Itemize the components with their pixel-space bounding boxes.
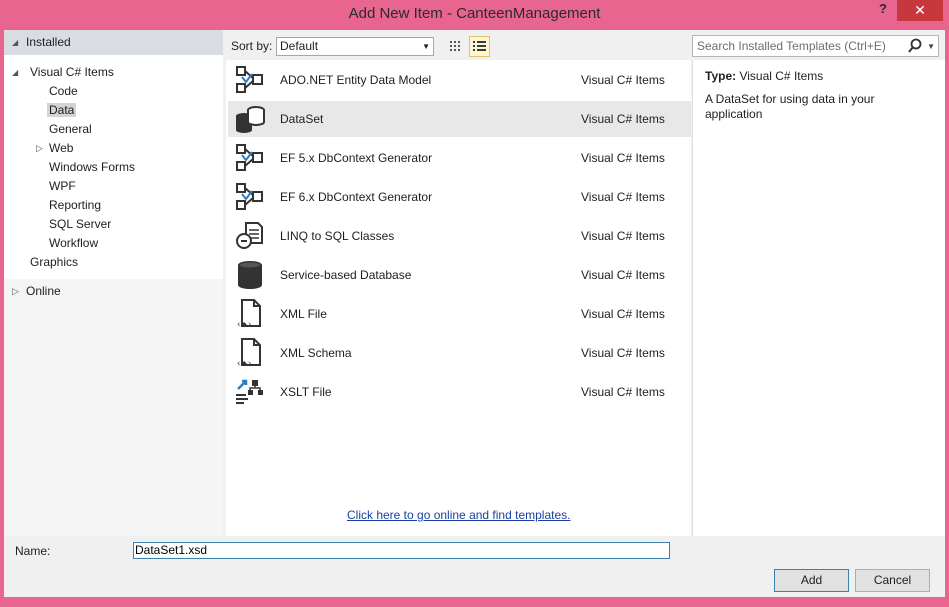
entity-model-icon: [236, 183, 263, 210]
type-label: Type:: [705, 69, 737, 83]
template-category: Visual C# Items: [581, 385, 665, 399]
svg-text:‹◆›: ‹◆›: [236, 320, 252, 329]
template-name: XML File: [280, 307, 327, 321]
svg-text:‹◆›: ‹◆›: [236, 359, 252, 368]
details-panel: Type: Visual C# Items A DataSet for usin…: [692, 60, 945, 536]
expand-right-icon[interactable]: ▷: [36, 139, 43, 158]
template-name: DataSet: [280, 112, 324, 126]
template-category: Visual C# Items: [581, 151, 665, 165]
cancel-button[interactable]: Cancel: [855, 569, 930, 592]
tree-node-label: Visual C# Items: [30, 65, 114, 79]
tree-node-label: Online: [26, 284, 61, 298]
tree-node-label: Reporting: [49, 198, 102, 212]
template-name: EF 6.x DbContext Generator: [280, 190, 433, 204]
type-value: Visual C# Items: [739, 69, 824, 83]
search-templates-input[interactable]: Search Installed Templates (Ctrl+E) ▼: [692, 35, 939, 57]
search-icon[interactable]: [908, 38, 922, 54]
template-item-linq[interactable]: LINQ to SQL Classes Visual C# Items: [228, 218, 691, 254]
list-view-icon: [473, 41, 486, 51]
tree-node-data[interactable]: Data: [47, 101, 77, 120]
window-title: Add New Item - CanteenManagement: [348, 5, 601, 22]
template-name: Service-based Database: [280, 268, 412, 282]
tree-installed-header[interactable]: ◢ Installed: [4, 30, 223, 55]
tree-node-general[interactable]: General: [49, 120, 92, 139]
tree-node-label: Graphics: [30, 255, 79, 269]
medium-icons-view-icon: [450, 41, 460, 51]
help-button[interactable]: ?: [872, 1, 894, 21]
dialog-body: ◢ Installed ◢ Visual C# Items Code Data …: [4, 30, 945, 597]
dataset-icon: [236, 106, 265, 133]
entity-model-icon: [236, 66, 263, 93]
close-button[interactable]: ✕: [897, 0, 943, 21]
tree-installed-label: Installed: [26, 35, 71, 49]
tree-node-windows-forms[interactable]: Windows Forms: [49, 158, 135, 177]
xml-file-icon: ‹◆›: [236, 338, 261, 368]
template-category: Visual C# Items: [581, 73, 665, 87]
template-item-ado-net[interactable]: ADO.NET Entity Data Model Visual C# Item…: [228, 62, 691, 98]
tree-node-graphics[interactable]: Graphics: [30, 253, 78, 272]
tree-node-wpf[interactable]: WPF: [49, 177, 76, 196]
name-label: Name:: [15, 544, 51, 558]
template-name: XSLT File: [280, 385, 332, 399]
tree-node-label: General: [49, 122, 92, 136]
template-name: EF 5.x DbContext Generator: [280, 151, 433, 165]
type-row: Type: Visual C# Items: [705, 69, 823, 83]
template-item-ef6[interactable]: EF 6.x DbContext Generator Visual C# Ite…: [228, 179, 691, 215]
template-category: Visual C# Items: [581, 346, 665, 360]
chevron-down-icon[interactable]: ▼: [927, 37, 935, 57]
template-category: Visual C# Items: [581, 307, 665, 321]
sort-value: Default: [280, 39, 319, 53]
chevron-down-icon: ▼: [422, 42, 430, 51]
title-bar[interactable]: Add New Item - CanteenManagement ? ✕: [0, 0, 949, 29]
tree-node-label: SQL Server: [49, 217, 112, 231]
expand-down-icon[interactable]: ◢: [12, 63, 18, 82]
tree-node-label: Code: [49, 84, 78, 98]
tree-node-label: WPF: [49, 179, 76, 193]
tree-node-sql-server[interactable]: SQL Server: [49, 215, 111, 234]
name-field[interactable]: DataSet1.xsd: [133, 542, 670, 559]
expand-down-icon[interactable]: ◢: [12, 38, 18, 47]
linq-icon: [236, 222, 263, 249]
list-view-button[interactable]: [469, 36, 490, 57]
template-category: Visual C# Items: [581, 268, 665, 282]
template-item-xslt-file[interactable]: XSLT File Visual C# Items: [228, 374, 691, 410]
entity-model-icon: [236, 144, 263, 171]
template-list: ADO.NET Entity Data Model Visual C# Item…: [226, 60, 691, 536]
template-item-ef5[interactable]: EF 5.x DbContext Generator Visual C# Ite…: [228, 140, 691, 176]
search-placeholder: Search Installed Templates (Ctrl+E): [697, 39, 886, 53]
tree-node-label: Data: [47, 103, 77, 117]
expand-right-icon[interactable]: ▷: [12, 282, 19, 301]
template-item-xml-file[interactable]: ‹◆› XML File Visual C# Items: [228, 296, 691, 332]
tree-node-code[interactable]: Code: [49, 82, 78, 101]
online-templates-link[interactable]: Click here to go online and find templat…: [347, 508, 570, 522]
template-name: LINQ to SQL Classes: [280, 229, 395, 243]
tree-node-workflow[interactable]: Workflow: [49, 234, 98, 253]
tree-node-reporting[interactable]: Reporting: [49, 196, 101, 215]
tree-node-label: Workflow: [49, 236, 99, 250]
xslt-icon: [236, 379, 263, 404]
template-name: ADO.NET Entity Data Model: [280, 73, 432, 87]
template-category: Visual C# Items: [581, 229, 665, 243]
tree-installed-group: ◢ Visual C# Items Code Data General ▷ We…: [4, 55, 223, 279]
tree-node-label: Windows Forms: [49, 160, 136, 174]
template-description: A DataSet for using data in your applica…: [705, 92, 875, 121]
template-item-dataset[interactable]: DataSet Visual C# Items: [228, 101, 691, 137]
template-category: Visual C# Items: [581, 190, 665, 204]
tree-node-label: Web: [49, 141, 74, 155]
sort-dropdown[interactable]: Default ▼: [276, 37, 434, 56]
database-icon: [238, 261, 262, 289]
template-name: XML Schema: [280, 346, 352, 360]
sort-label: Sort by:: [231, 39, 273, 53]
xml-file-icon: ‹◆›: [236, 299, 261, 329]
template-tree: ◢ Installed ◢ Visual C# Items Code Data …: [4, 30, 223, 536]
template-item-service-db[interactable]: Service-based Database Visual C# Items: [228, 257, 691, 293]
template-category: Visual C# Items: [581, 112, 665, 126]
sort-toolbar: Sort by: Default ▼: [226, 30, 691, 60]
template-item-xml-schema[interactable]: ‹◆› XML Schema Visual C# Items: [228, 335, 691, 371]
medium-icons-view-button[interactable]: [445, 36, 466, 57]
add-button[interactable]: Add: [774, 569, 849, 592]
